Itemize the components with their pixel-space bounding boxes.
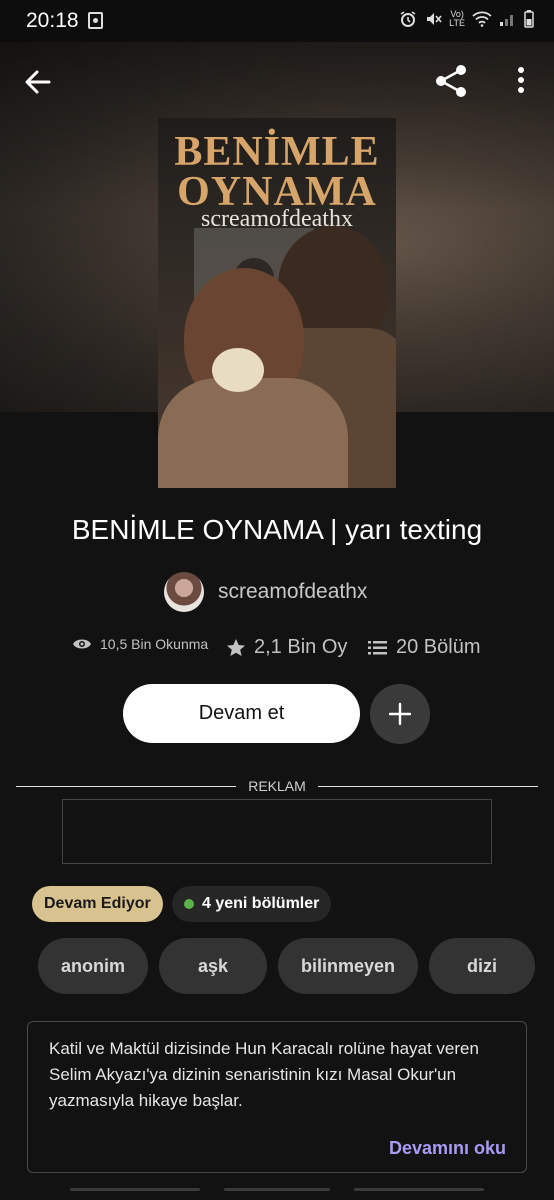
share-button[interactable] bbox=[432, 62, 470, 100]
tag-label: bilinmeyen bbox=[300, 955, 396, 976]
plus-icon bbox=[388, 702, 412, 726]
bottom-strip bbox=[0, 1180, 554, 1200]
ad-slot[interactable] bbox=[62, 799, 492, 864]
avatar bbox=[164, 572, 204, 612]
list-icon bbox=[368, 640, 387, 654]
votes-stat: 2,1 Bin Oy bbox=[226, 636, 347, 659]
more-options-button[interactable] bbox=[508, 64, 534, 98]
share-icon bbox=[436, 65, 466, 97]
signal-icon bbox=[500, 15, 513, 26]
mute-icon bbox=[427, 13, 442, 25]
description-text: Katil ve Maktül dizisinde Hun Karacalı r… bbox=[49, 1039, 479, 1110]
book-cover[interactable]: BENİMLE OYNAMA screamofdeathx bbox=[158, 118, 396, 488]
tag-label: aşk bbox=[197, 955, 229, 976]
parts-count: 20 Bölüm bbox=[396, 636, 481, 658]
reads-count: 10,5 Bin Okunma bbox=[100, 636, 209, 652]
continue-reading-button[interactable]: Devam et bbox=[123, 684, 360, 743]
gallery-notification-icon bbox=[88, 12, 103, 29]
new-dot-icon bbox=[184, 899, 194, 909]
status-icons: Vo) LTE bbox=[399, 10, 534, 28]
bottom-segment bbox=[354, 1188, 484, 1191]
tag-dizi[interactable]: dizi bbox=[429, 938, 535, 994]
status-time: 20:18 bbox=[26, 9, 79, 32]
ongoing-label: Devam Ediyor bbox=[44, 895, 151, 912]
read-more-link[interactable]: Devamını oku bbox=[389, 1138, 506, 1159]
wifi-icon bbox=[472, 11, 492, 27]
author-link[interactable]: screamofdeathx bbox=[164, 572, 367, 612]
eye-icon bbox=[73, 639, 91, 649]
back-button[interactable] bbox=[22, 66, 54, 98]
cover-figure-woman-coat bbox=[158, 378, 348, 488]
stats-row: 10,5 Bin Okunma 2,1 Bin Oy 20 Bölüm bbox=[0, 636, 554, 664]
cover-author: screamofdeathx bbox=[201, 206, 353, 232]
ad-label: REKLAM bbox=[248, 778, 306, 794]
tag-label: dizi bbox=[467, 955, 497, 976]
bottom-segment bbox=[224, 1188, 330, 1191]
arrow-left-icon bbox=[25, 70, 51, 94]
votes-count: 2,1 Bin Oy bbox=[254, 636, 348, 658]
status-bar: 20:18 Vo) LTE bbox=[0, 0, 554, 42]
reads-stat: 10,5 Bin Okunma bbox=[72, 636, 208, 652]
tag-anonim[interactable]: anonim bbox=[38, 938, 148, 994]
ad-divider: REKLAM bbox=[16, 776, 538, 796]
volte-lte-icon: Vo) LTE bbox=[449, 10, 465, 28]
lte-bottom-label: LTE bbox=[449, 18, 465, 28]
add-to-library-button[interactable] bbox=[370, 684, 430, 744]
cover-scrunchie bbox=[212, 348, 264, 392]
tag-label: anonim bbox=[60, 955, 125, 976]
battery-icon bbox=[524, 10, 534, 28]
continue-label: Devam et bbox=[198, 702, 285, 724]
alarm-icon bbox=[400, 11, 416, 27]
tag-bilinmeyen[interactable]: bilinmeyen bbox=[278, 938, 418, 994]
description-box: Katil ve Maktül dizisinde Hun Karacalı r… bbox=[27, 1021, 527, 1173]
tags-row: anonim aşk bilinmeyen dizi bbox=[0, 938, 554, 994]
star-icon bbox=[227, 638, 245, 656]
status-badge-new-parts: 4 yeni bölümler bbox=[172, 886, 332, 922]
more-vertical-icon bbox=[518, 67, 524, 93]
bottom-segment bbox=[70, 1188, 200, 1191]
status-badge-ongoing: Devam Ediyor bbox=[32, 886, 163, 922]
parts-stat: 20 Bölüm bbox=[368, 636, 481, 659]
author-name: screamofdeathx bbox=[218, 580, 368, 603]
new-parts-label: 4 yeni bölümler bbox=[202, 895, 320, 912]
book-title: BENİMLE OYNAMA | yarı texting bbox=[71, 514, 483, 545]
tag-ask[interactable]: aşk bbox=[159, 938, 267, 994]
